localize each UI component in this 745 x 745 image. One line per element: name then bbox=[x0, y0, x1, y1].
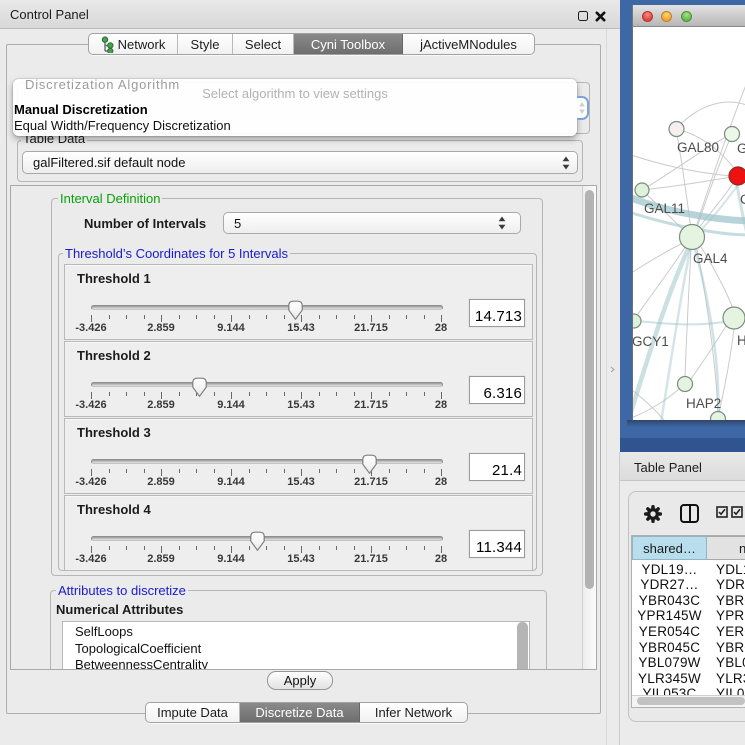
svg-text:GAL80: GAL80 bbox=[677, 140, 719, 155]
svg-text:HAP2: HAP2 bbox=[686, 396, 721, 411]
svg-text:GAL11: GAL11 bbox=[644, 201, 685, 216]
svg-text:G: G bbox=[737, 141, 745, 156]
svg-text:H: H bbox=[737, 333, 745, 348]
svg-text:GAL4: GAL4 bbox=[693, 251, 728, 266]
svg-text:C: C bbox=[740, 192, 745, 207]
svg-text:GCY1: GCY1 bbox=[633, 334, 669, 349]
